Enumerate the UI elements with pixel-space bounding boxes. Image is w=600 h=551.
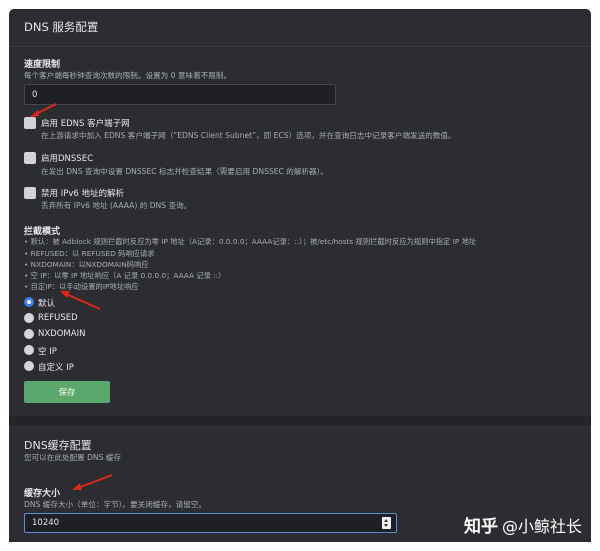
radio-nxdomain-label: NXDOMAIN xyxy=(38,329,86,339)
cache-size-input[interactable]: 10240 xyxy=(24,513,397,533)
dnssec-title: 启用DNSSEC xyxy=(41,154,94,164)
cache-size-value: 10240 xyxy=(32,518,60,528)
blocking-mode-bullet: • REFUSED：以 REFUSED 码响应请求 xyxy=(24,249,155,258)
radio-custom-ip-label: 自定义 IP xyxy=(38,363,74,373)
blocking-mode-label: 拦截模式 xyxy=(24,227,61,237)
panel-divider xyxy=(9,416,591,425)
cache-panel-title: DNS缓存配置 xyxy=(24,439,92,452)
radio-null-ip[interactable] xyxy=(24,345,34,355)
watermark-author: @小鲸社长 xyxy=(501,516,582,536)
radio-null-ip-label: 空 IP xyxy=(38,347,57,357)
rate-limit-value: 0 xyxy=(32,89,38,100)
cache-size-desc: DNS 缓存大小（单位：字节）。要关闭缓存，请留空。 xyxy=(24,500,207,509)
watermark-brand: 知乎 xyxy=(463,517,498,537)
radio-default[interactable] xyxy=(24,297,34,307)
radio-refused-label: REFUSED xyxy=(38,313,78,323)
edns-desc: 在上游请求中加入 EDNS 客户端子网（“EDNS Client Subnet”… xyxy=(41,131,456,140)
blocking-mode-bullet: • NXDOMAIN：以NXDOMAIN码响应 xyxy=(24,260,149,269)
annotation-arrow-icon xyxy=(72,474,113,490)
radio-nxdomain[interactable] xyxy=(24,329,34,339)
cache-size-label: 缓存大小 xyxy=(24,489,61,499)
blocking-mode-bullet: • 默认：被 Adblock 规则拦截时反应为零 IP 地址（A记录：0.0.0… xyxy=(24,237,477,246)
save-button[interactable]: 保存 xyxy=(24,381,110,403)
cache-panel-subtitle: 您可以在此处配置 DNS 缓存 xyxy=(24,453,122,462)
annotation-arrow-icon xyxy=(60,291,101,310)
radio-custom-ip[interactable] xyxy=(24,361,34,371)
blocking-mode-bullet: • 空 IP：以零 IP 地址响应（A 记录 0.0.0.0；AAAA 记录 :… xyxy=(24,271,226,280)
disable-ipv6-desc: 丢弃所有 IPv6 地址 (AAAA) 的 DNS 查询。 xyxy=(41,201,192,210)
dnssec-desc: 在发出 DNS 查询中设置 DNSSEC 标志并检查结果（需要启用 DNSSEC… xyxy=(41,167,329,176)
annotation-arrow-icon xyxy=(30,103,57,117)
dnssec-checkbox[interactable] xyxy=(24,152,36,164)
radio-default-label: 默认 xyxy=(38,299,56,309)
rate-limit-label: 速度限制 xyxy=(24,60,61,70)
disable-ipv6-checkbox[interactable] xyxy=(24,187,36,199)
watermark: 知乎 @小鲸社长 xyxy=(463,512,582,538)
number-spinner-icon[interactable] xyxy=(382,517,391,529)
disable-ipv6-title: 禁用 IPv6 地址的解析 xyxy=(41,189,124,199)
rate-limit-desc: 每个客户端每秒钟查询次数的限制。设置为 0 意味着不限制。 xyxy=(24,71,232,80)
rate-limit-input[interactable]: 0 xyxy=(24,84,336,105)
panel-title: DNS 服务配置 xyxy=(9,9,591,47)
radio-refused[interactable] xyxy=(24,313,34,323)
